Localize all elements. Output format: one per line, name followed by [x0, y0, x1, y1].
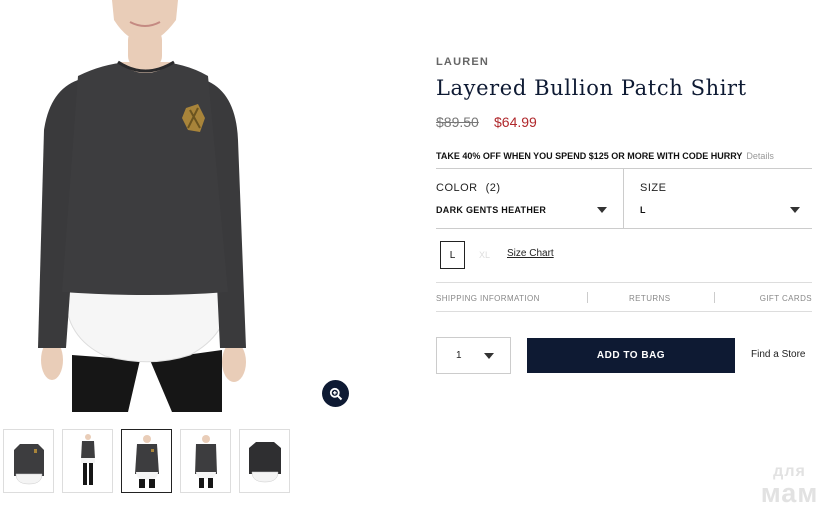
thumbnail-5[interactable] — [239, 429, 290, 493]
quantity-value: 1 — [456, 350, 462, 361]
chevron-down-icon — [597, 207, 607, 213]
color-value: DARK GENTS HEATHER — [436, 205, 547, 215]
color-dropdown[interactable]: COLOR (2) DARK GENTS HEATHER — [436, 169, 624, 228]
product-title: Layered Bullion Patch Shirt — [436, 76, 747, 100]
promo-text: TAKE 40% OFF WHEN YOU SPEND $125 OR MORE… — [436, 151, 743, 161]
thumbnail-model-front — [134, 435, 159, 488]
brand-name[interactable]: LAUREN — [436, 56, 489, 68]
find-a-store-link[interactable]: Find a Store — [751, 349, 805, 360]
thumbnail-1[interactable] — [3, 429, 54, 493]
thumbnail-back-flat — [248, 442, 281, 483]
size-dropdown[interactable]: SIZE L — [624, 169, 812, 228]
variant-selectors: COLOR (2) DARK GENTS HEATHER SIZE L — [436, 168, 812, 229]
watermark-logo: для мам — [760, 463, 819, 508]
promo-banner: TAKE 40% OFF WHEN YOU SPEND $125 OR MORE… — [436, 151, 774, 161]
add-to-bag-button[interactable]: ADD TO BAG — [527, 338, 735, 373]
product-photo — [38, 0, 246, 412]
info-links-bar: SHIPPING INFORMATION RETURNS GIFT CARDS — [436, 282, 812, 312]
sale-price: $64.99 — [494, 114, 537, 130]
color-count: (2) — [485, 182, 501, 194]
thumbnail-2[interactable] — [62, 429, 113, 493]
size-chart-link[interactable]: Size Chart — [507, 248, 554, 259]
quantity-select[interactable]: 1 — [436, 337, 511, 374]
thumbnail-front-flat — [13, 444, 44, 485]
zoom-in-icon — [329, 387, 342, 400]
size-swatch-xl[interactable]: XL — [479, 250, 490, 260]
thumbnail-strip — [3, 429, 290, 493]
divider — [714, 292, 715, 303]
original-price: $89.50 — [436, 114, 479, 130]
size-value: L — [640, 205, 646, 215]
chevron-down-icon — [790, 207, 800, 213]
chevron-down-icon — [484, 353, 494, 359]
zoom-button[interactable] — [322, 380, 349, 407]
gift-cards-link[interactable]: GIFT CARDS — [760, 294, 812, 303]
returns-link[interactable]: RETURNS — [629, 294, 670, 303]
shipping-information-link[interactable]: SHIPPING INFORMATION — [436, 294, 540, 303]
divider — [587, 292, 588, 303]
thumbnail-model-side — [194, 435, 217, 488]
thumbnail-full-body — [80, 434, 95, 485]
size-label: SIZE — [640, 182, 667, 194]
thumbnail-4[interactable] — [180, 429, 231, 493]
promo-details-link[interactable]: Details — [746, 151, 774, 161]
color-label: COLOR (2) — [436, 182, 501, 194]
size-swatch-l[interactable]: L — [440, 241, 465, 269]
thumbnail-3[interactable] — [121, 429, 172, 493]
main-product-image[interactable] — [0, 0, 362, 412]
